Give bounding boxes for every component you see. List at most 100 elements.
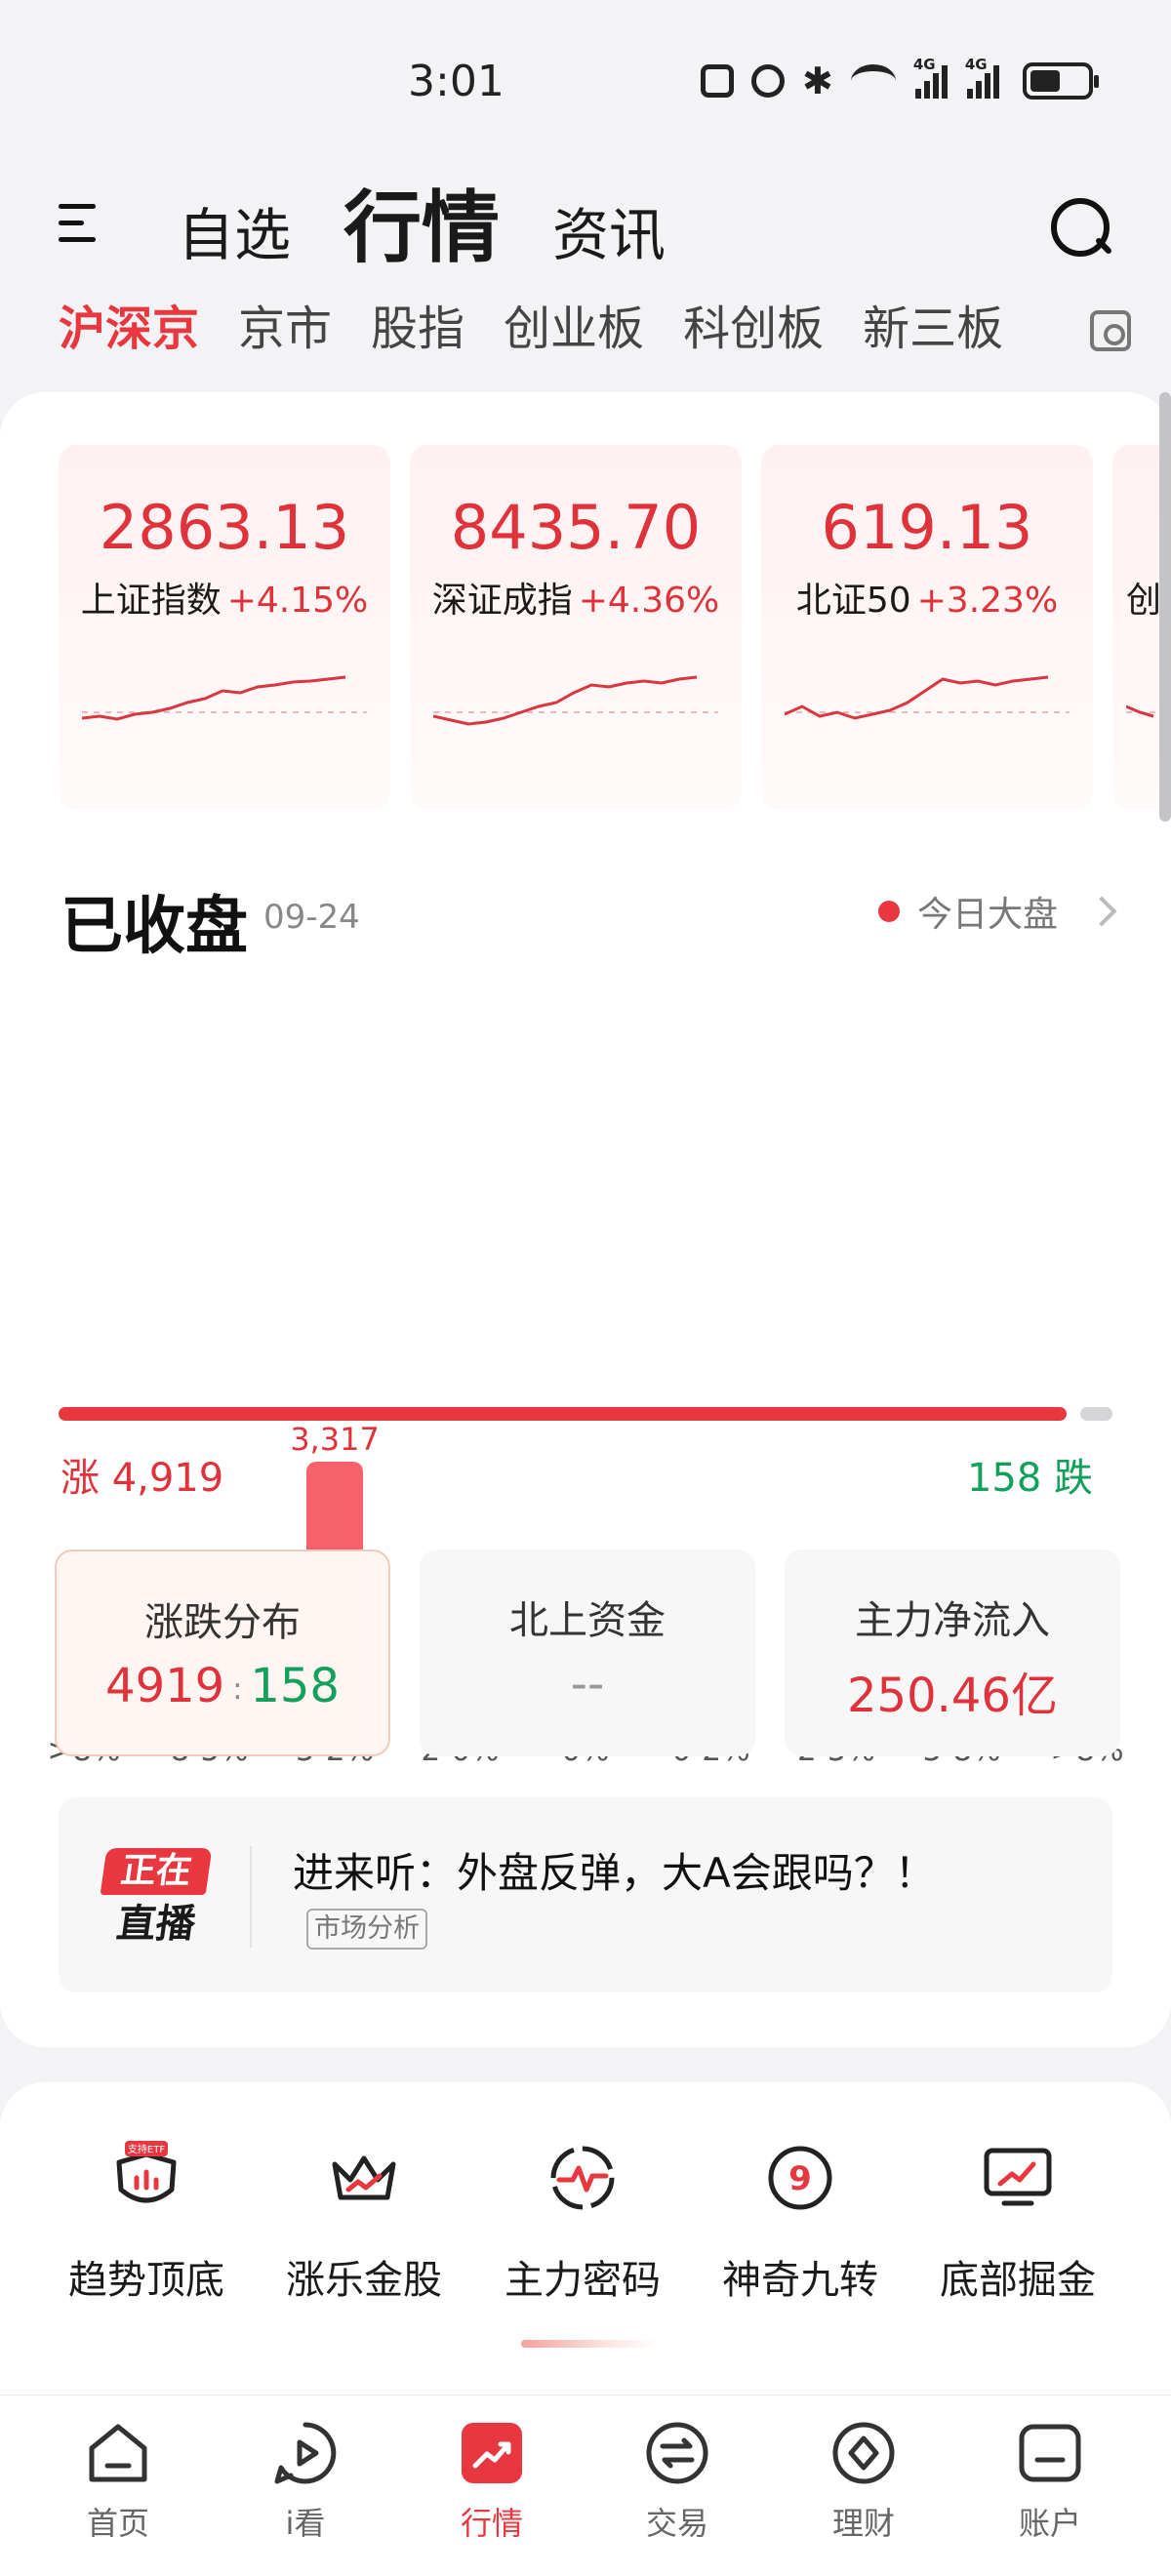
live-badge-top: 正在: [100, 1848, 213, 1895]
divider: [250, 1846, 252, 1948]
index-name: 深证成指: [431, 581, 573, 621]
status-time: 3:01: [408, 57, 505, 106]
stat-value: --: [570, 1657, 605, 1711]
live-broadcast-card[interactable]: 正在 直播 进来听：外盘反弹，大A会跟吗？！ 市场分析: [59, 1797, 1112, 1992]
top-tabs: 自选 行情 资讯: [178, 176, 666, 273]
index-card-szse[interactable]: 8435.70 深证成指 +4.36%: [410, 445, 742, 810]
account-icon: [1016, 2419, 1084, 2487]
index-sparkline: [433, 675, 718, 726]
sparkline-path: [433, 675, 698, 726]
stat-separator: :: [232, 1671, 243, 1707]
wifi-icon: [850, 64, 896, 98]
signal-icon: 4G: [913, 56, 948, 99]
nav-trade[interactable]: 交易: [599, 2419, 755, 2544]
nav-label: i看: [285, 2505, 326, 2542]
stat-card-northbound[interactable]: 北上资金 --: [420, 1550, 755, 1756]
subtab-hs-bj[interactable]: 沪深京: [59, 299, 199, 359]
battery-icon: [1022, 62, 1099, 100]
settings-icon[interactable]: [1090, 310, 1131, 351]
home-icon: [84, 2419, 152, 2487]
tool-label: 主力密码: [505, 2258, 661, 2303]
market-trend-icon: [458, 2419, 526, 2487]
menu-icon[interactable]: [59, 200, 100, 247]
down-ratio-bar: [1080, 1407, 1112, 1421]
subtab-bj[interactable]: 京市: [238, 299, 332, 359]
chevron-right-icon: [1086, 896, 1117, 927]
tool-trend-top-bottom[interactable]: 支持ETF 趋势顶底: [39, 2141, 254, 2305]
live-tag: 市场分析: [306, 1909, 427, 1950]
stat-row: 涨跌分布 4919:158 北上资金 -- 主力净流入 250.46亿: [55, 1550, 1120, 1756]
subtab-star[interactable]: 科创板: [683, 299, 824, 359]
stat-value: 4919:158: [57, 1659, 388, 1713]
index-sparkline: [82, 675, 367, 721]
index-name: 创: [1126, 581, 1162, 621]
live-title: 进来听：外盘反弹，大A会跟吗？！: [293, 1849, 936, 1897]
tab-market[interactable]: 行情: [343, 189, 500, 273]
nav-label: 交易: [645, 2505, 708, 2542]
nav-label: 首页: [86, 2505, 149, 2542]
stat-label: 北上资金: [509, 1598, 666, 1643]
today-market-link[interactable]: 今日大盘: [878, 886, 1117, 937]
index-change: +4.36%: [578, 581, 720, 621]
diamond-icon: [829, 2419, 898, 2487]
index-label: 深证成指 +4.36%: [410, 572, 742, 623]
stat-card-distribution[interactable]: 涨跌分布 4919:158: [55, 1550, 390, 1756]
tool-label: 神奇九转: [722, 2258, 878, 2303]
tool-magic-nine[interactable]: 9 神奇九转: [693, 2141, 908, 2305]
nfc-icon: [701, 64, 734, 98]
crown-icon: [327, 2141, 401, 2215]
index-card-sse[interactable]: 2863.13 上证指数 +4.15%: [59, 445, 390, 810]
scrollbar[interactable]: [1159, 392, 1171, 822]
nav-wealth[interactable]: 理财: [786, 2419, 942, 2544]
index-row[interactable]: 2863.13 上证指数 +4.15% 8435.70 深证成指 +4.36% 61…: [59, 445, 1171, 810]
nav-watch[interactable]: i看: [227, 2419, 384, 2544]
index-change: +4.15%: [226, 581, 369, 621]
tool-label: 底部掘金: [940, 2258, 1096, 2303]
market-date: 09-24: [263, 898, 360, 937]
nav-account[interactable]: 账户: [972, 2419, 1128, 2544]
stat-up-count: 4919: [105, 1659, 225, 1713]
tool-badge-text: 支持ETF: [128, 2143, 165, 2155]
shield-trend-icon: 支持ETF: [109, 2141, 183, 2215]
market-closed-title: 已收盘: [61, 891, 248, 963]
signal-icon-2: 4G: [965, 56, 999, 99]
index-card-bse50[interactable]: 619.13 北证50 +3.23%: [761, 445, 1093, 810]
tool-bottom-gold[interactable]: 底部掘金: [910, 2141, 1125, 2305]
subtab-neeq[interactable]: 新三板: [863, 299, 1003, 359]
search-icon[interactable]: [1051, 198, 1111, 259]
tab-watchlist[interactable]: 自选: [178, 207, 291, 273]
up-count: 涨 4,919: [61, 1456, 224, 1501]
sub-tabs: 沪深京 京市 股指 创业板 科创板 新三板: [59, 299, 1003, 359]
play-icon: [271, 2419, 340, 2487]
index-label: 北证50 +3.23%: [761, 572, 1093, 623]
pulse-circle-icon: [545, 2141, 620, 2215]
tools-card: 支持ETF 趋势顶底 涨乐金股 主力密码 9 神奇九转 底部掘金: [0, 2082, 1171, 2395]
nine-circle-icon: 9: [763, 2141, 837, 2215]
alarm-icon: [751, 64, 785, 98]
nine-glyph: 9: [788, 2159, 812, 2198]
status-icons: ✱ 4G 4G: [701, 56, 1099, 102]
nav-label: 账户: [1018, 2505, 1081, 2542]
stat-down-count: 158: [250, 1659, 340, 1713]
tools-pager: [521, 2340, 658, 2348]
live-badge: 正在 直播: [100, 1848, 213, 1950]
bluetooth-icon: ✱: [802, 60, 833, 102]
tool-main-code[interactable]: 主力密码: [475, 2141, 690, 2305]
status-bar: 3:01 ✱ 4G 4G: [0, 0, 1171, 166]
stat-label: 涨跌分布: [144, 1600, 301, 1645]
nav-market[interactable]: 行情: [414, 2419, 570, 2544]
tool-golden-stocks[interactable]: 涨乐金股: [257, 2141, 471, 2305]
nav-home[interactable]: 首页: [40, 2419, 196, 2544]
live-badge-bottom: 直播: [113, 1902, 199, 1947]
up-ratio-bar: [59, 1407, 1067, 1421]
subtab-index[interactable]: 股指: [371, 299, 464, 359]
nav-label: 理财: [831, 2505, 895, 2542]
stat-card-main-inflow[interactable]: 主力净流入 250.46亿: [785, 1550, 1120, 1756]
tab-news[interactable]: 资讯: [552, 207, 666, 273]
nav-label: 行情: [460, 2505, 523, 2542]
index-change: +3.23%: [916, 581, 1059, 621]
live-dot-icon: [878, 901, 900, 922]
subtab-gem[interactable]: 创业板: [504, 299, 644, 359]
index-name: 上证指数: [80, 581, 222, 621]
tool-label: 趋势顶底: [68, 2258, 224, 2303]
